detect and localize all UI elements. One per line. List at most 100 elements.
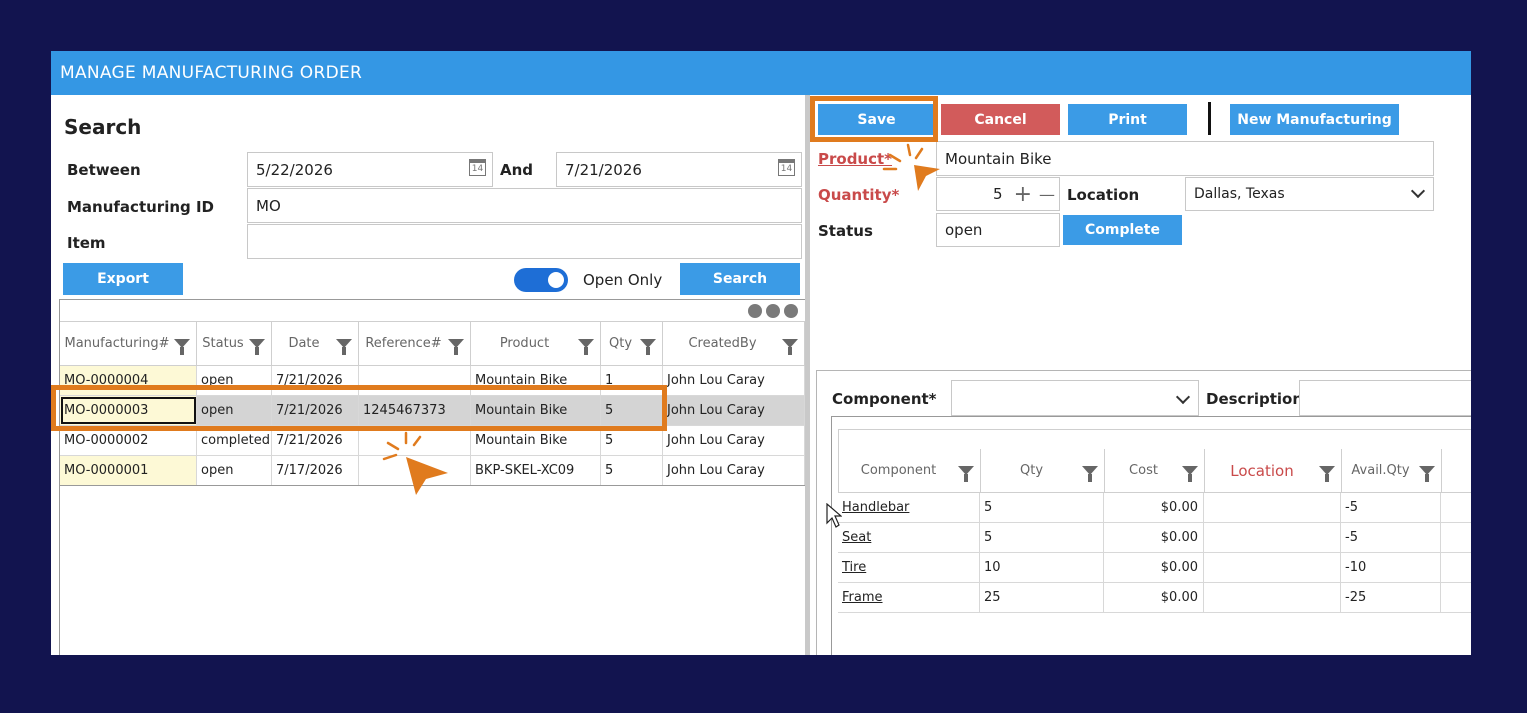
filter-icon[interactable]	[249, 339, 265, 355]
component-row[interactable]: Frame 25 $0.00 -25	[838, 583, 1471, 613]
col-header[interactable]: Qty	[601, 322, 663, 366]
filter-icon[interactable]	[578, 339, 594, 355]
filter-icon[interactable]	[448, 339, 464, 355]
save-highlight-box	[810, 96, 938, 142]
col-header-empty	[1442, 449, 1471, 493]
pane-divider[interactable]	[805, 95, 810, 655]
component-link[interactable]: Handlebar	[838, 493, 980, 522]
manufacturing-id-value: MO	[256, 196, 281, 215]
complete-button[interactable]: Complete	[1063, 215, 1182, 245]
component-grid: Component Qty Cost Location Avail.Qty Ha…	[831, 416, 1471, 655]
component-row[interactable]: Tire 10 $0.00 -10	[838, 553, 1471, 583]
col-header[interactable]: Date	[272, 322, 359, 366]
component-link[interactable]: Frame	[838, 583, 980, 612]
qty-cell: 5	[980, 493, 1104, 522]
location-cell	[1204, 523, 1341, 552]
order-id-cell[interactable]: MO-0000001	[60, 456, 197, 485]
date-cell: 7/17/2026	[272, 456, 359, 485]
product-cell: BKP-SKEL-XC09	[471, 456, 601, 485]
col-header[interactable]: Manufacturing#	[60, 322, 197, 366]
col-header[interactable]: Component	[839, 449, 981, 493]
component-panel: Component* Description Component Qty Cos…	[816, 370, 1471, 655]
pointer-arrow-shape	[406, 457, 448, 495]
filter-icon[interactable]	[1182, 466, 1198, 482]
selected-row-highlight-box	[51, 385, 667, 431]
item-label: Item	[67, 234, 106, 252]
qty-cell: 25	[980, 583, 1104, 612]
cost-cell: $0.00	[1104, 493, 1204, 522]
manufacturing-id-label: Manufacturing ID	[67, 198, 215, 216]
quantity-stepper[interactable]: 5 + —	[936, 177, 1060, 211]
and-label: And	[500, 161, 534, 179]
description-label: Description	[1206, 390, 1304, 408]
createdby-cell: John Lou Caray	[663, 396, 805, 425]
open-only-toggle[interactable]	[514, 268, 568, 292]
date-from-value: 5/22/2026	[256, 160, 333, 179]
more-dots-icon[interactable]	[766, 304, 780, 318]
filter-icon[interactable]	[336, 339, 352, 355]
print-button[interactable]: Print	[1068, 104, 1187, 135]
col-header[interactable]: Product	[471, 322, 601, 366]
chevron-down-icon[interactable]	[1410, 183, 1426, 199]
avail-qty-cell: -5	[1341, 493, 1441, 522]
date-to-field[interactable]: 7/21/2026 14	[556, 152, 802, 187]
col-header[interactable]: Location	[1205, 449, 1342, 493]
more-dots-icon[interactable]	[748, 304, 762, 318]
pointer-arrow-shape	[914, 165, 940, 191]
component-link[interactable]: Seat	[838, 523, 980, 552]
minus-icon[interactable]: —	[1039, 185, 1055, 204]
col-header[interactable]: CreatedBy	[663, 322, 805, 366]
qty-cell: 5	[980, 523, 1104, 552]
createdby-cell: John Lou Caray	[663, 426, 805, 455]
filter-icon[interactable]	[640, 339, 656, 355]
cancel-button[interactable]: Cancel	[941, 104, 1060, 135]
qty-cell: 5	[601, 456, 663, 485]
mouse-cursor-shape	[826, 503, 842, 528]
filter-icon[interactable]	[958, 466, 974, 482]
col-header[interactable]: Reference#	[359, 322, 471, 366]
plus-icon[interactable]: +	[1014, 182, 1032, 207]
pointer-arrow-icon	[882, 143, 940, 191]
filter-icon[interactable]	[782, 339, 798, 355]
grid-toolbar	[60, 300, 805, 322]
component-row[interactable]: Seat 5 $0.00 -5	[838, 523, 1471, 553]
createdby-cell: John Lou Caray	[663, 456, 805, 485]
avail-qty-cell: -5	[1341, 523, 1441, 552]
status-field: open	[936, 213, 1060, 247]
toolbar-separator	[1208, 102, 1211, 135]
product-input[interactable]: Mountain Bike	[936, 141, 1434, 176]
component-header: Component Qty Cost Location Avail.Qty	[838, 449, 1471, 493]
new-manufacturing-button[interactable]: New Manufacturing	[1230, 104, 1399, 135]
location-cell	[1204, 493, 1341, 522]
description-input[interactable]	[1299, 380, 1471, 416]
manufacturing-id-input[interactable]: MO	[247, 188, 802, 223]
filter-icon[interactable]	[1082, 466, 1098, 482]
between-label: Between	[67, 161, 141, 179]
chevron-down-icon[interactable]	[1175, 389, 1191, 405]
component-row[interactable]: Handlebar 5 $0.00 -5	[838, 493, 1471, 523]
col-header[interactable]: Cost	[1105, 449, 1205, 493]
filter-icon[interactable]	[1419, 466, 1435, 482]
item-input[interactable]	[247, 224, 802, 259]
filter-icon[interactable]	[1319, 466, 1335, 482]
qty-cell: 10	[980, 553, 1104, 582]
col-header[interactable]: Avail.Qty	[1342, 449, 1442, 493]
more-dots-icon[interactable]	[784, 304, 798, 318]
status-label: Status	[818, 222, 873, 240]
mouse-cursor-icon	[826, 503, 842, 528]
calendar-icon[interactable]: 14	[469, 159, 486, 176]
col-header[interactable]: Qty	[981, 449, 1105, 493]
location-label: Location	[1067, 186, 1140, 204]
date-from-field[interactable]: 5/22/2026 14	[247, 152, 493, 187]
calendar-icon[interactable]: 14	[778, 159, 795, 176]
component-link[interactable]: Tire	[838, 553, 980, 582]
location-select[interactable]: Dallas, Texas	[1185, 177, 1434, 211]
component-select[interactable]	[951, 380, 1199, 416]
filter-icon[interactable]	[174, 339, 190, 355]
col-header[interactable]: Status	[197, 322, 272, 366]
location-cell	[1204, 553, 1341, 582]
export-button[interactable]: Export	[63, 263, 183, 295]
search-button[interactable]: Search	[680, 263, 800, 295]
date-to-value: 7/21/2026	[565, 160, 642, 179]
pointer-arrow-icon	[382, 431, 448, 495]
